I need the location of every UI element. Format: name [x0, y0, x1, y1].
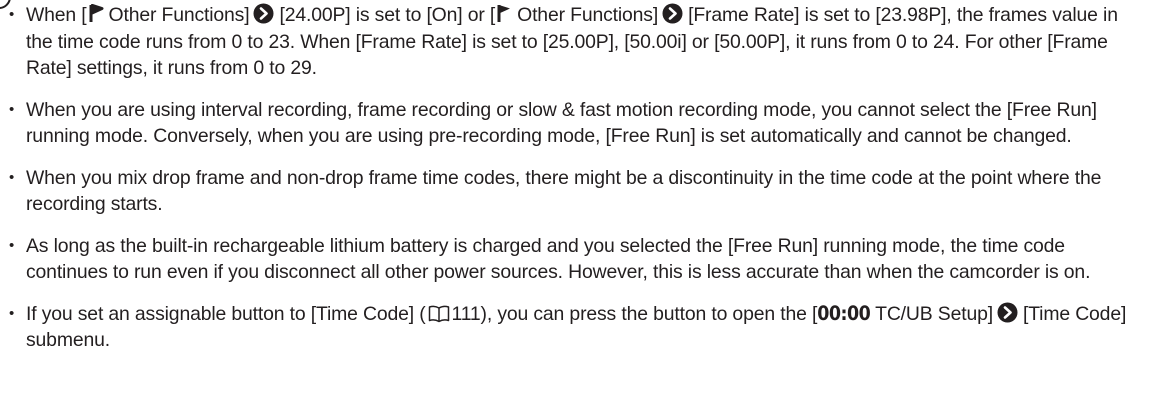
bullet: •: [9, 100, 15, 118]
manual-notes-page: • When [ Other Functions] [24.00P] is set…: [0, 0, 1154, 406]
list-item: • If you set an assignable button to [Tim…: [0, 301, 1154, 354]
wrench-menu-icon: [497, 5, 511, 22]
list-item: • As long as the built-in rechargeable li…: [0, 233, 1154, 286]
page-reference[interactable]: 111: [452, 303, 481, 325]
note-text: Other Functions]: [517, 4, 659, 26]
book-reference-icon: [428, 305, 449, 322]
list-item: • When [ Other Functions] [24.00P] is set…: [0, 2, 1154, 82]
note-text: TC/UB Setup]: [875, 302, 993, 325]
notes-list: • When [ Other Functions] [24.00P] is set…: [0, 2, 1154, 369]
note-text: When [: [26, 4, 87, 26]
menu-arrow-icon: [253, 3, 274, 24]
note-text: [24.00P] is set to [On] or [: [279, 4, 496, 26]
wrench-menu-icon: [89, 4, 104, 22]
bullet: •: [9, 6, 15, 23]
note-text: When you mix drop frame and non-drop fra…: [26, 166, 1102, 216]
note-text: As long as the built-in rechargeable lit…: [26, 234, 1091, 284]
bullet: •: [9, 236, 15, 254]
menu-arrow-icon: [662, 3, 683, 24]
tc-menu-icon-label: 00:00: [817, 301, 871, 325]
list-item: • When you mix drop frame and non-drop fr…: [0, 165, 1154, 218]
note-text: ), you can press the button to open the …: [480, 302, 818, 325]
note-text: Other Functions]: [108, 4, 250, 26]
list-item: • When you are using interval recording, …: [0, 97, 1154, 150]
bullet: •: [9, 304, 15, 322]
note-text: When you are using interval recording, f…: [26, 98, 1097, 148]
bullet: •: [9, 168, 15, 186]
note-text: If you set an assignable button to [Time…: [26, 302, 426, 325]
menu-arrow-icon: [997, 302, 1018, 322]
